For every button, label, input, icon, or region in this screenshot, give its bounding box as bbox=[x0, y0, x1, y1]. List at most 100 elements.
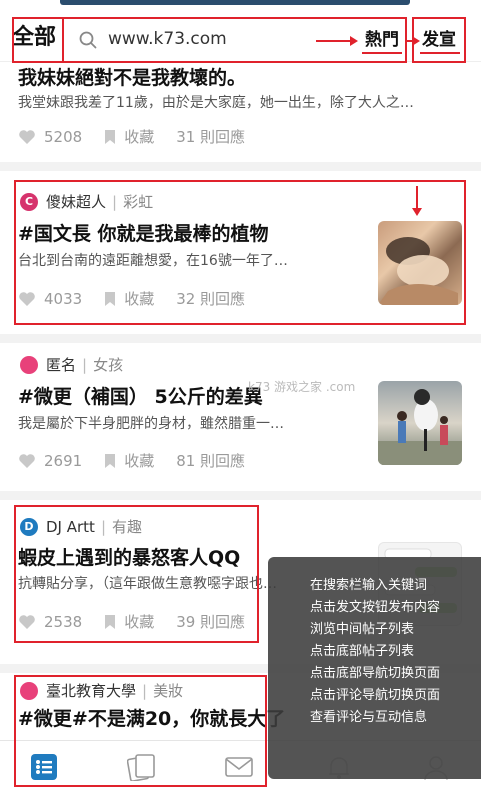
tooltip-line: 点击发文按钮发布内容 bbox=[310, 600, 441, 615]
reply-stat[interactable]: 32 則回應 bbox=[176, 288, 245, 309]
avatar bbox=[20, 355, 38, 374]
list-icon bbox=[31, 754, 57, 780]
hot-button[interactable]: 熱門 bbox=[360, 18, 404, 62]
post-excerpt: 我堂妹跟我差了11歲，由於是大家庭，她一出生，除了大人之… bbox=[18, 95, 414, 111]
post-excerpt: 台北到台南的遠距離想愛，在16號一年了… bbox=[18, 253, 288, 269]
post-excerpt: 抗轉貼分享，（這年跟做生意教噁字跟也… bbox=[18, 576, 277, 592]
post-stats: 2691 收藏 81 則回應 bbox=[18, 450, 267, 471]
like-count: 4033 bbox=[44, 289, 83, 308]
annotation-arrow-head bbox=[412, 36, 420, 46]
post-author: 匿名 | 女孩 bbox=[20, 354, 123, 375]
post-title[interactable]: #微更（補国） 5公斤的差異 bbox=[18, 382, 263, 409]
annotation-arrow-head bbox=[412, 208, 422, 216]
reply-count: 31 則回應 bbox=[176, 128, 246, 146]
nav-messages[interactable] bbox=[224, 753, 254, 781]
like-count: 2538 bbox=[44, 612, 83, 631]
board-name[interactable]: 有趣 bbox=[112, 516, 142, 537]
tooltip-line: 查看评论与互动信息 bbox=[310, 710, 428, 725]
author-name[interactable]: 匿名 bbox=[46, 354, 76, 375]
author-divider: | bbox=[112, 192, 118, 211]
bookmark-icon bbox=[105, 614, 116, 629]
tooltip-line: 点击评论导航切换页面 bbox=[310, 688, 441, 703]
post-card[interactable]: 匿名 | 女孩 #微更（補国） 5公斤的差異 我是屬於下半身肥胖的身材，雖然腊重… bbox=[0, 343, 481, 491]
board-name[interactable]: 彩虹 bbox=[123, 191, 153, 212]
like-stat[interactable]: 4033 bbox=[18, 290, 82, 308]
post-card[interactable]: 我妹妹絕對不是我教壞的。 我堂妹跟我差了11歲，由於是大家庭，她一出生，除了大人… bbox=[0, 62, 481, 168]
nav-cards[interactable] bbox=[126, 753, 157, 782]
heart-icon bbox=[19, 614, 35, 629]
watermark: k73 游戏之家 .com bbox=[248, 380, 356, 394]
author-divider: | bbox=[142, 681, 148, 700]
nav-posts[interactable] bbox=[30, 753, 60, 781]
search-input[interactable]: www.k73.com bbox=[108, 29, 227, 49]
cards-icon bbox=[126, 754, 155, 782]
author-divider: | bbox=[82, 355, 88, 374]
post-title[interactable]: 我妹妹絕對不是我教壞的。 bbox=[18, 63, 246, 90]
like-stat[interactable]: 5208 bbox=[18, 128, 82, 146]
post-stats: 5208 收藏 31 則回應 bbox=[18, 126, 267, 147]
like-stat[interactable]: 2691 bbox=[18, 452, 82, 470]
instruction-tooltip: 在搜索栏输入关键词 点击发文按钮发布内容 浏览中间帖子列表 点击底部帖子列表 点… bbox=[268, 557, 481, 779]
divider bbox=[0, 162, 481, 171]
post-card[interactable]: C 傻妹超人 | 彩虹 #国文長 你就是我最棒的植物 台北到台南的遠距離想愛，在… bbox=[0, 171, 481, 334]
like-stat[interactable]: 2538 bbox=[18, 613, 82, 631]
post-author: C 傻妹超人 | 彩虹 bbox=[20, 191, 153, 212]
post-stats: 2538 收藏 39 則回應 bbox=[18, 611, 267, 632]
post-title[interactable]: 蝦皮上遇到的暴怒客人QQ bbox=[18, 543, 240, 570]
avatar bbox=[20, 681, 38, 700]
reply-count: 81 則回應 bbox=[176, 452, 246, 470]
avatar: D bbox=[20, 517, 38, 536]
board-name[interactable]: 女孩 bbox=[93, 354, 123, 375]
post-stats: 4033 收藏 32 則回應 bbox=[18, 288, 267, 309]
post-thumbnail[interactable] bbox=[378, 221, 462, 305]
annotation-arrow bbox=[316, 40, 352, 42]
tooltip-line: 浏览中间帖子列表 bbox=[310, 622, 415, 637]
save-stat[interactable]: 收藏 bbox=[104, 611, 154, 632]
post-author: 臺北教育大學 | 美妝 bbox=[20, 680, 183, 701]
post-thumbnail[interactable] bbox=[378, 381, 462, 465]
save-label: 收藏 bbox=[124, 452, 155, 470]
board-name[interactable]: 美妝 bbox=[153, 680, 183, 701]
save-label: 收藏 bbox=[124, 613, 155, 631]
reply-stat[interactable]: 39 則回應 bbox=[176, 611, 245, 632]
bookmark-icon bbox=[105, 129, 116, 144]
reply-stat[interactable]: 81 則回應 bbox=[176, 450, 245, 471]
like-count: 2691 bbox=[44, 451, 83, 470]
divider bbox=[0, 334, 481, 343]
post-title[interactable]: #国文長 你就是我最棒的植物 bbox=[18, 219, 269, 246]
save-stat[interactable]: 收藏 bbox=[104, 450, 154, 471]
reply-count: 39 則回應 bbox=[176, 613, 246, 631]
save-label: 收藏 bbox=[124, 128, 155, 146]
author-divider: | bbox=[100, 517, 106, 536]
bookmark-icon bbox=[105, 291, 116, 306]
reply-count: 32 則回應 bbox=[176, 290, 246, 308]
post-author: D DJ Artt | 有趣 bbox=[20, 516, 142, 537]
author-name[interactable]: 臺北教育大學 bbox=[46, 680, 136, 701]
like-count: 5208 bbox=[44, 127, 83, 146]
tooltip-line: 在搜索栏输入关键词 bbox=[310, 578, 428, 593]
tooltip-line: 点击底部帖子列表 bbox=[310, 644, 415, 659]
author-name[interactable]: DJ Artt bbox=[46, 518, 95, 536]
divider bbox=[0, 491, 481, 500]
tooltip-line: 点击底部导航切换页面 bbox=[310, 666, 441, 681]
post-button[interactable]: 发宣 bbox=[414, 18, 464, 62]
annotation-arrow bbox=[416, 186, 418, 210]
heart-icon bbox=[19, 291, 35, 306]
heart-icon bbox=[19, 453, 35, 468]
reply-stat[interactable]: 31 則回應 bbox=[176, 126, 245, 147]
save-stat[interactable]: 收藏 bbox=[104, 126, 154, 147]
annotation-underline-post bbox=[420, 52, 460, 54]
post-excerpt: 我是屬於下半身肥胖的身材，雖然腊重一… bbox=[18, 416, 284, 432]
tab-all[interactable]: 全部 bbox=[12, 18, 64, 58]
author-name[interactable]: 傻妹超人 bbox=[46, 191, 106, 212]
annotation-arrow-head bbox=[350, 36, 358, 46]
top-bar: 全部 www.k73.com 熱門 发宣 bbox=[0, 0, 481, 62]
heart-icon bbox=[19, 129, 35, 144]
save-stat[interactable]: 收藏 bbox=[104, 288, 154, 309]
annotation-underline-hot bbox=[362, 52, 402, 54]
bookmark-icon bbox=[105, 453, 116, 468]
avatar: C bbox=[20, 192, 38, 211]
mail-icon bbox=[225, 757, 253, 777]
save-label: 收藏 bbox=[124, 290, 155, 308]
post-title[interactable]: #微更#不是满20，你就長大了 bbox=[18, 704, 285, 731]
